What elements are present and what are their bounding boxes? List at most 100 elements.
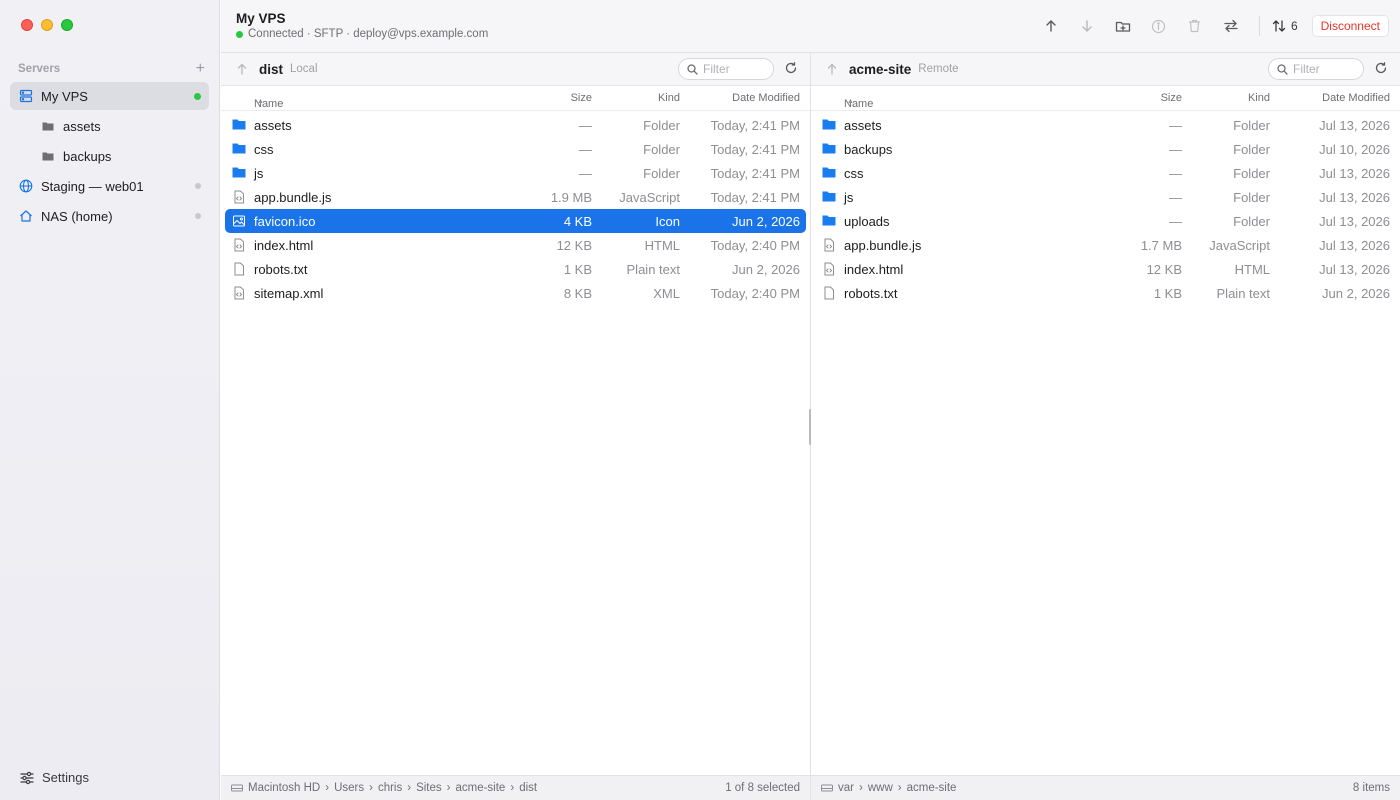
go-up-button[interactable] — [236, 63, 248, 75]
breadcrumb-segment[interactable]: chris — [378, 782, 402, 794]
server-label: My VPS — [41, 88, 88, 104]
file-kind: JavaScript — [619, 190, 680, 205]
globe-icon — [19, 179, 33, 193]
minimize-window-button[interactable] — [41, 19, 53, 31]
file-date: Today, 2:41 PM — [710, 166, 800, 181]
file-row[interactable]: sitemap.xml 8 KB XML Today, 2:40 PM — [225, 281, 806, 305]
delete-button[interactable] — [1177, 14, 1213, 38]
kind-column-header[interactable]: Kind — [658, 92, 680, 104]
file-row[interactable]: index.html 12 KB HTML Jul 13, 2026 — [815, 257, 1396, 281]
file-row[interactable]: js — Folder Jul 13, 2026 — [815, 185, 1396, 209]
file-kind: Plain text — [626, 262, 680, 277]
connected-status-dot — [236, 30, 243, 38]
home-icon — [19, 209, 33, 223]
breadcrumb-segment[interactable]: var — [838, 782, 854, 794]
kind-column-header[interactable]: Kind — [1248, 92, 1270, 104]
image-file-icon — [232, 214, 246, 228]
disconnect-button[interactable]: Disconnect — [1311, 15, 1389, 37]
date-column-header[interactable]: Date Modified — [1322, 92, 1390, 104]
info-button[interactable] — [1141, 14, 1177, 38]
server-label: Staging — web01 — [41, 178, 144, 194]
file-row[interactable]: app.bundle.js 1.9 MB JavaScript Today, 2:41… — [225, 185, 806, 209]
file-date: Today, 2:41 PM — [710, 118, 800, 133]
upload-button[interactable] — [1033, 14, 1069, 38]
code-file-icon — [232, 286, 246, 300]
sync-button[interactable] — [1213, 14, 1249, 38]
file-kind: Folder — [643, 166, 680, 181]
remote-filter-field[interactable] — [1268, 58, 1364, 80]
folder-icon — [822, 214, 836, 228]
toolbar-actions: 6 Disconnect — [1033, 14, 1389, 38]
go-up-button[interactable] — [826, 63, 838, 75]
breadcrumb-segment[interactable]: dist — [519, 782, 537, 794]
zoom-window-button[interactable] — [61, 19, 73, 31]
local-folder-name: dist — [259, 61, 284, 77]
file-kind: Folder — [1233, 190, 1270, 205]
date-column-header[interactable]: Date Modified — [732, 92, 800, 104]
sidebar-folder-assets[interactable]: assets — [10, 112, 209, 140]
file-size: 1 KB — [1153, 286, 1182, 301]
size-column-header[interactable]: Size — [571, 92, 592, 104]
remote-filter-input[interactable] — [1293, 62, 1357, 76]
local-filter-field[interactable] — [678, 58, 774, 80]
new-folder-button[interactable] — [1105, 14, 1141, 38]
sort-ascending-icon: ▲ — [847, 98, 854, 105]
code-file-icon — [232, 190, 246, 204]
folder-icon — [232, 166, 246, 180]
file-date: Jun 2, 2026 — [1322, 286, 1390, 301]
breadcrumb-segment[interactable]: www — [868, 782, 893, 794]
breadcrumb-segment[interactable]: Sites — [416, 782, 442, 794]
sidebar-server-item[interactable]: Staging — web01 — [10, 172, 209, 200]
file-row[interactable]: robots.txt 1 KB Plain text Jun 2, 2026 — [225, 257, 806, 281]
local-file-list: assets — Folder Today, 2:41 PM css — Folder Tod… — [225, 113, 806, 305]
file-date: Jul 13, 2026 — [1319, 166, 1390, 181]
file-row[interactable]: assets — Folder Today, 2:41 PM — [225, 113, 806, 137]
file-size: — — [1169, 190, 1182, 205]
server-icon — [19, 89, 33, 103]
settings-button[interactable]: Settings — [20, 770, 89, 785]
breadcrumb-segment[interactable]: acme-site — [455, 782, 505, 794]
breadcrumb-separator: › — [510, 782, 515, 794]
file-row[interactable]: uploads — Folder Jul 13, 2026 — [815, 209, 1396, 233]
info-icon — [1152, 19, 1166, 33]
close-window-button[interactable] — [21, 19, 33, 31]
size-column-header[interactable]: Size — [1161, 92, 1182, 104]
file-kind: XML — [653, 286, 680, 301]
file-row[interactable]: backups — Folder Jul 10, 2026 — [815, 137, 1396, 161]
transfers-count: 6 — [1290, 19, 1298, 33]
file-kind: JavaScript — [1209, 238, 1270, 253]
remote-refresh-button[interactable] — [1375, 62, 1387, 74]
file-row[interactable]: css — Folder Jul 13, 2026 — [815, 161, 1396, 185]
sidebar-server-item[interactable]: NAS (home) — [10, 202, 209, 230]
server-list: My VPS assets backups Staging — web01 NAS (h… — [10, 82, 209, 232]
file-date: Jul 13, 2026 — [1319, 118, 1390, 133]
file-row[interactable]: robots.txt 1 KB Plain text Jun 2, 2026 — [815, 281, 1396, 305]
sidebar-folder-backups[interactable]: backups — [10, 142, 209, 170]
file-row[interactable]: app.bundle.js 1.7 MB JavaScript Jul 13, 202… — [815, 233, 1396, 257]
sidebar-server-item[interactable]: My VPS — [10, 82, 209, 110]
file-row[interactable]: index.html 12 KB HTML Today, 2:40 PM — [225, 233, 806, 257]
breadcrumb-segment[interactable]: Macintosh HD — [248, 782, 320, 794]
file-kind: Folder — [643, 118, 680, 133]
breadcrumb-segment[interactable]: acme-site — [907, 782, 957, 794]
folder-icon — [822, 166, 836, 180]
file-row[interactable]: js — Folder Today, 2:41 PM — [225, 161, 806, 185]
file-row[interactable]: assets — Folder Jul 13, 2026 — [815, 113, 1396, 137]
download-button[interactable] — [1069, 14, 1105, 38]
transfers-button[interactable]: 6 — [1272, 19, 1298, 33]
file-name: app.bundle.js — [844, 238, 922, 253]
file-row[interactable]: css — Folder Today, 2:41 PM — [225, 137, 806, 161]
remote-pane: acme-siteRemoteName▲SizeKindDate Modifie… — [811, 53, 1400, 800]
add-server-icon[interactable]: + — [196, 61, 205, 77]
server-label: NAS (home) — [41, 208, 113, 224]
file-name: js — [254, 166, 264, 181]
file-row[interactable]: favicon.ico 4 KB Icon Jun 2, 2026 — [225, 209, 806, 233]
file-name: favicon.ico — [254, 214, 316, 229]
breadcrumb-separator: › — [446, 782, 451, 794]
code-file-icon — [822, 262, 836, 276]
file-name: robots.txt — [254, 262, 308, 277]
file-size: — — [1169, 142, 1182, 157]
local-filter-input[interactable] — [703, 62, 767, 76]
local-refresh-button[interactable] — [785, 62, 797, 74]
breadcrumb-segment[interactable]: Users — [334, 782, 364, 794]
